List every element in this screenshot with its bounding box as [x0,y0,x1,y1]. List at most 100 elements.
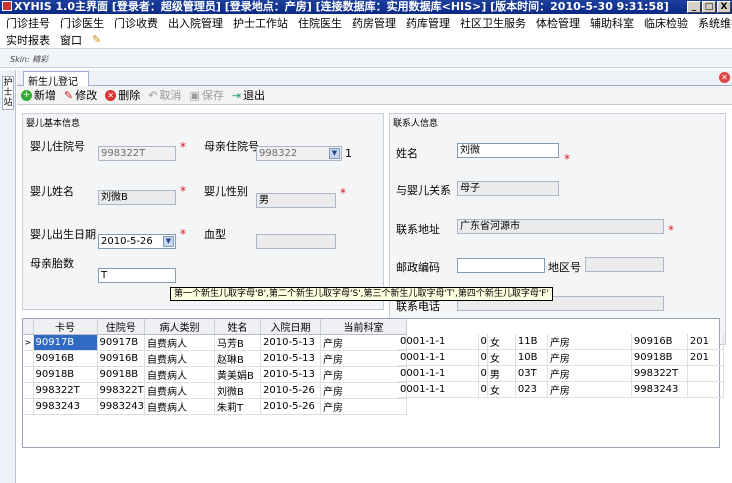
menu-item[interactable]: 门诊收费 [114,15,158,31]
cell[interactable]: 产房 [320,382,408,399]
cell[interactable]: 产房 [320,398,408,415]
cell[interactable]: 0001-1-1 [398,334,479,350]
cell[interactable]: 2010-5-13 [260,334,322,351]
cell[interactable]: 90916B [33,350,98,367]
table-row[interactable]: 90916B 90916B 自费病人 赵琳B 2010-5-13 产房 [23,350,408,367]
menu-item[interactable]: 辅助科室 [590,15,634,31]
cell[interactable]: 朱莉T [214,398,262,415]
cell[interactable]: 0001-1-1 [398,349,479,366]
cell[interactable]: 998322T [97,382,146,399]
menu-item[interactable]: 实时报表 [6,32,50,48]
inpatient-no-field[interactable]: 998322T [98,146,176,161]
column-header[interactable]: 姓名 [214,319,262,335]
baby-sex-field[interactable]: 男 [256,193,336,208]
close-button[interactable]: X [717,1,731,13]
table-row[interactable]: 0001-1-1 0 男 03T 产房 998322T [398,365,724,382]
cell[interactable]: 0 [478,334,488,350]
cell[interactable]: 201 [687,334,724,350]
edit-button[interactable]: ✎ 修改 [64,87,97,103]
cell[interactable]: 刘微B [214,382,262,399]
cell[interactable]: 998322T [33,382,98,399]
cell[interactable]: 产房 [320,334,408,351]
baby-name-field[interactable]: 刘微B [98,190,176,205]
table-row[interactable]: 9983243 9983243 自费病人 朱莉T 2010-5-26 产房 [23,398,408,415]
cell[interactable]: 自费病人 [144,334,216,351]
dropdown-arrow-icon[interactable]: ▼ [329,148,340,159]
address-field[interactable]: 广东省河源市 [457,219,664,234]
close-tab-icon[interactable]: ✕ [719,72,730,83]
save-button[interactable]: ▣ 保存 [189,87,223,103]
area-code-field[interactable] [585,257,664,272]
add-button[interactable]: + 新增 [21,87,56,103]
cell[interactable] [687,381,724,398]
cell[interactable]: 男 [487,365,516,382]
cell[interactable]: 2010-5-13 [260,366,322,383]
cancel-button[interactable]: ↶ 取消 [148,87,181,103]
column-header[interactable]: 病人类别 [144,319,216,335]
side-tab-nurse[interactable]: 护士站 [2,76,14,110]
cell[interactable]: 产房 [547,334,632,350]
birth-date-picker[interactable]: 2010-5-26 ▼ [98,234,176,249]
tab-newborn-registration[interactable]: 新生儿登记 [23,71,89,88]
cell[interactable]: 90917B [97,334,146,351]
menu-item[interactable]: 门诊挂号 [6,15,50,31]
cell[interactable]: 9983243 [631,381,688,398]
column-header[interactable]: 入院日期 [260,319,322,335]
menu-item[interactable]: 系统维护 [698,15,732,31]
cell[interactable]: 11B [515,334,548,350]
cell[interactable]: 马芳B [214,334,262,351]
column-header[interactable]: 住院号 [97,319,146,335]
cell[interactable] [687,365,724,382]
cell[interactable]: 女 [487,349,516,366]
column-header[interactable]: 当前科室 [320,319,408,335]
cell[interactable]: 90916B [631,334,688,350]
contact-name-field[interactable]: 刘微 [457,143,559,158]
cell[interactable]: 90918B [33,366,98,383]
cell[interactable]: 998322T [631,365,688,382]
cell[interactable]: 0 [478,349,488,366]
cell[interactable]: 10B [515,349,548,366]
cell[interactable]: 自费病人 [144,398,216,415]
minimize-button[interactable]: _ [687,1,701,13]
cell[interactable]: 产房 [547,381,632,398]
cell[interactable]: 201 [687,349,724,366]
maximize-button[interactable]: □ [702,1,716,13]
exit-button[interactable]: ⇥ 退出 [232,87,265,103]
menu-item[interactable]: 药库管理 [406,15,450,31]
column-header[interactable]: 卡号 [33,319,98,335]
table-row[interactable]: 0001-1-1 0 女 10B 产房 90918B 201 [398,349,724,366]
menu-item[interactable]: 临床检验 [644,15,688,31]
cell[interactable]: 女 [487,334,516,350]
menu-item[interactable]: 出入院管理 [168,15,223,31]
table-row[interactable]: 0001-1-1 0 女 023 产房 9983243 [398,381,724,398]
cell[interactable]: 03T [515,365,548,382]
cell[interactable]: 9983243 [33,398,98,415]
cell[interactable]: 产房 [320,350,408,367]
menu-item[interactable]: 窗口 [60,32,82,48]
blood-type-field[interactable] [256,234,336,249]
cell[interactable]: 023 [515,381,548,398]
menu-item[interactable]: 门诊医生 [60,15,104,31]
parity-field[interactable]: T [98,268,176,283]
cell[interactable]: 0001-1-1 [398,365,479,382]
cell[interactable]: 产房 [320,366,408,383]
table-row[interactable]: 0001-1-1 0 女 11B 产房 90916B 201 [398,334,724,350]
cell[interactable]: 90918B [97,366,146,383]
cell[interactable]: 90916B [97,350,146,367]
cell[interactable]: 自费病人 [144,382,216,399]
table-row[interactable]: > 90917B 90917B 自费病人 马芳B 2010-5-13 产房 [23,334,408,351]
cell[interactable]: 2010-5-26 [260,398,322,415]
menu-item[interactable]: 社区卫生服务 [460,15,526,31]
mother-no-field[interactable]: 998322 ▼ [256,146,342,161]
cell[interactable]: 0 [478,365,488,382]
cell[interactable]: 2010-5-13 [260,350,322,367]
zip-field[interactable] [457,258,545,273]
cell[interactable]: 产房 [547,349,632,366]
cell[interactable]: 90917B [33,334,98,351]
cell[interactable]: 赵琳B [214,350,262,367]
cell[interactable]: 2010-5-26 [260,382,322,399]
cell[interactable]: 自费病人 [144,366,216,383]
relation-field[interactable]: 母子 [457,181,559,196]
delete-button[interactable]: ✕ 删除 [105,87,140,103]
cell[interactable]: 9983243 [97,398,146,415]
